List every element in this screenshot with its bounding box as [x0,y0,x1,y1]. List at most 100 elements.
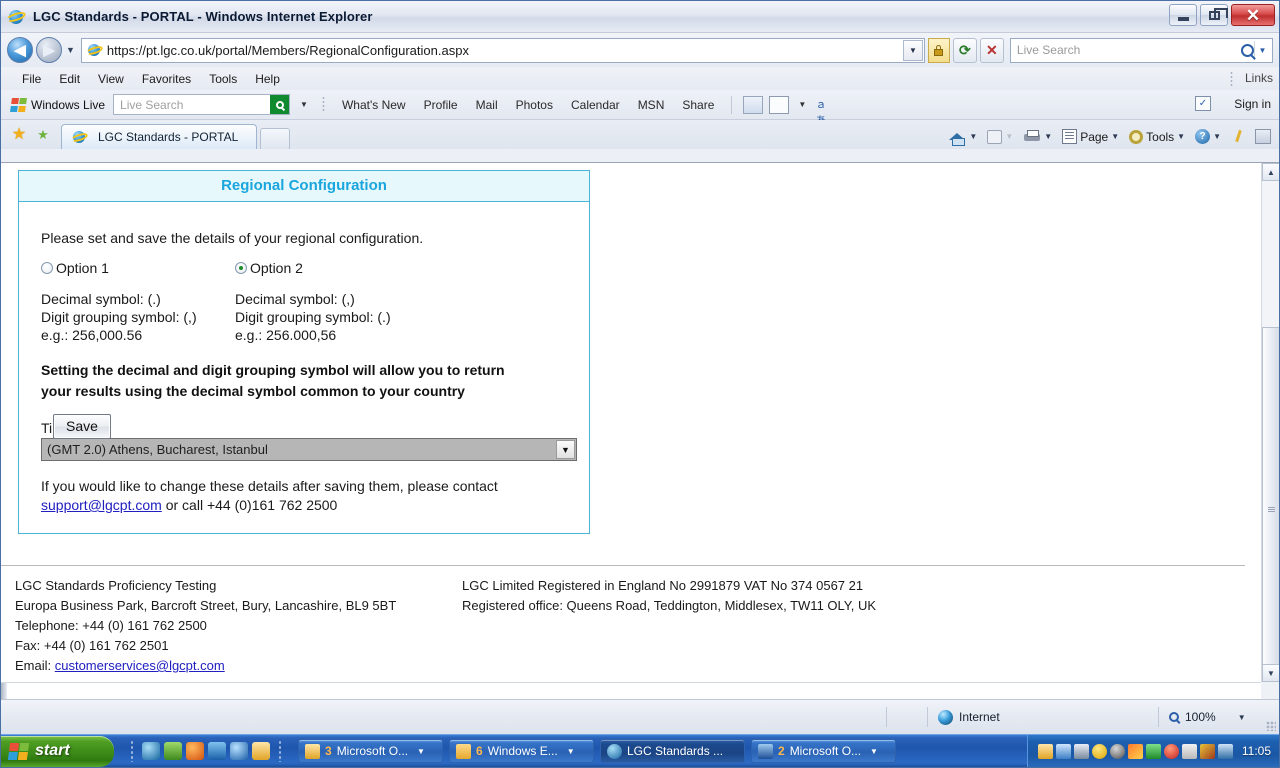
tray-antivirus-icon[interactable] [1163,743,1179,759]
security-zone[interactable]: Internet [928,706,1158,728]
live-search-caret-icon[interactable]: ▼ [300,100,308,109]
restore-button[interactable] [1200,4,1228,26]
taskbar-clock[interactable]: 11:05 [1242,744,1271,758]
search-icon[interactable] [1241,43,1254,57]
scroll-up-button[interactable]: ▲ [1262,163,1279,181]
search-input[interactable]: Live Search ▼ [1009,37,1273,63]
vertical-scrollbar-thumb[interactable] [1262,327,1279,692]
live-search-input[interactable]: Live Search [113,94,291,115]
tray-spider-icon[interactable] [1199,743,1215,759]
page-caret-icon[interactable]: ▼ [1111,132,1119,141]
tray-graphics-icon[interactable] [1127,743,1143,759]
translate-icon[interactable]: ａあ [815,96,835,127]
live-search-go-button[interactable] [270,95,290,114]
menu-favorites[interactable]: Favorites [133,70,200,88]
search-provider-caret-icon[interactable]: ▼ [1254,40,1270,60]
quick-launch-app-icon[interactable] [252,742,270,760]
scroll-down-button[interactable]: ▼ [1262,664,1279,682]
help-menu-button[interactable]: ? ▼ [1191,127,1225,146]
menu-view[interactable]: View [89,70,133,88]
messenger-caret-icon[interactable]: ▼ [798,100,806,109]
home-caret-icon[interactable]: ▼ [969,132,977,141]
new-tab-button[interactable] [260,128,290,149]
timezone-select[interactable]: (GMT 2.0) Athens, Bucharest, Istanbul ▼ [41,438,577,461]
taskbar-item-microsoft-office-1[interactable]: 3 Microsoft O... ▼ [298,739,443,763]
task-caret-icon[interactable]: ▼ [417,747,425,756]
quick-launch-messenger-icon[interactable] [164,742,182,760]
live-link-share[interactable]: Share [673,96,723,114]
save-button[interactable]: Save [53,414,111,439]
quick-launch-grip[interactable] [130,740,134,762]
messenger-window-icon[interactable] [769,95,790,114]
menu-tools[interactable]: Tools [200,70,246,88]
page-menu-button[interactable]: Page ▼ [1058,127,1123,146]
address-input[interactable]: https://pt.lgc.co.uk/portal/Members/Regi… [80,37,925,63]
links-toolbar-grip[interactable] [1230,71,1233,86]
task-caret-icon[interactable]: ▼ [567,747,575,756]
menu-edit[interactable]: Edit [50,70,89,88]
live-link-mail[interactable]: Mail [467,96,507,114]
tools-caret-icon[interactable]: ▼ [1177,132,1185,141]
tray-power-icon[interactable] [1145,743,1161,759]
live-link-photos[interactable]: Photos [507,96,562,114]
option-1-radio[interactable] [41,262,53,274]
edit-pen-button[interactable] [1227,127,1249,146]
back-button[interactable]: ◀ [7,37,33,63]
menu-file[interactable]: File [13,70,50,88]
zoom-control[interactable]: 100% ▼ [1159,706,1279,728]
customer-services-email-link[interactable]: customerservices@lgcpt.com [55,658,225,673]
feeds-button[interactable]: ▼ [983,128,1017,146]
tools-menu-button[interactable]: Tools ▼ [1125,128,1189,146]
quick-launch-outlook-icon[interactable] [208,742,226,760]
add-to-favorites-icon[interactable]: ★ [33,125,53,145]
research-button[interactable] [1251,127,1275,146]
close-button[interactable]: ✕ [1231,4,1275,26]
print-button[interactable]: ▼ [1019,128,1056,146]
task-caret-icon[interactable]: ▼ [870,747,878,756]
forward-button[interactable]: ▶ [36,37,62,63]
option-2-radio[interactable] [235,262,247,274]
taskbar-item-lgc-standards[interactable]: LGC Standards ... [600,739,745,763]
tray-network-icon[interactable] [1073,743,1089,759]
favorites-center-icon[interactable]: ★ [9,125,29,145]
tray-app-icon[interactable] [1037,743,1053,759]
mail-envelope-icon[interactable] [743,95,764,114]
quick-launch-media-player-icon[interactable] [230,742,248,760]
address-dropdown-icon[interactable]: ▼ [902,39,923,61]
home-button[interactable]: ▼ [945,127,981,146]
tray-security-icon[interactable] [1109,743,1125,759]
sign-in-link[interactable]: Sign in [1234,97,1271,111]
refresh-button[interactable]: ⟳ [952,37,977,63]
zoom-caret-icon[interactable]: ▼ [1238,713,1246,722]
taskbar-item-windows-explorer[interactable]: 6 Windows E... ▼ [449,739,594,763]
quick-launch-firefox-icon[interactable] [186,742,204,760]
vertical-scrollbar[interactable]: ▲ ▼ [1261,163,1279,692]
taskbar-item-microsoft-office-2[interactable]: 2 Microsoft O... ▼ [751,739,896,763]
help-caret-icon[interactable]: ▼ [1213,132,1221,141]
browser-tab-lgc-standards[interactable]: LGC Standards - PORTAL [61,124,257,149]
option-2-row[interactable]: Option 2 [235,260,303,276]
tray-book-icon[interactable] [1217,743,1233,759]
print-caret-icon[interactable]: ▼ [1044,132,1052,141]
tray-volume-icon[interactable] [1055,743,1071,759]
resize-grip[interactable] [1266,721,1276,731]
quick-launch-ie-icon[interactable] [142,742,160,760]
minimize-button[interactable] [1169,4,1197,26]
chevron-down-icon[interactable]: ▼ [556,440,575,459]
security-lock-button[interactable] [927,37,950,63]
recent-pages-caret-icon[interactable]: ▼ [66,45,75,55]
stop-button[interactable]: ✕ [979,37,1004,63]
quick-launch-grip-right[interactable] [278,740,282,762]
tray-warning-icon[interactable] [1091,743,1107,759]
live-link-calendar[interactable]: Calendar [562,96,629,114]
horizontal-scrollbar[interactable] [1,682,1261,699]
sign-in-icon[interactable]: ✓ [1195,96,1211,111]
tray-headset-icon[interactable] [1181,743,1197,759]
support-email-link[interactable]: support@lgcpt.com [41,497,162,513]
start-button[interactable]: start [1,735,114,767]
option-1-row[interactable]: Option 1 [41,260,235,276]
live-link-profile[interactable]: Profile [415,96,467,114]
links-toolbar-label[interactable]: Links [1245,71,1273,85]
live-link-whats-new[interactable]: What's New [333,96,415,114]
menu-help[interactable]: Help [246,70,289,88]
